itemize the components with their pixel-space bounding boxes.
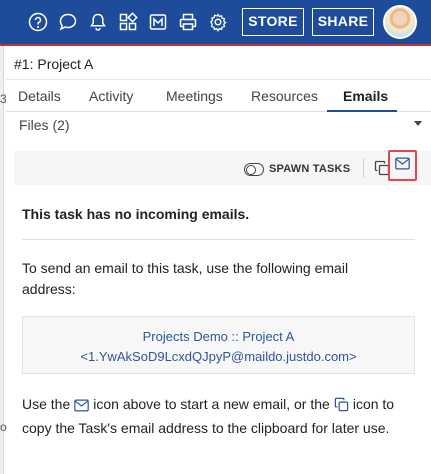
store-button[interactable]: STORE (242, 8, 304, 36)
task-title: #1: Project A (14, 56, 94, 72)
help-text-part: icon above to start a new email, or the (93, 396, 330, 412)
spawn-tasks-toggle[interactable]: SPAWN TASKS (244, 160, 350, 178)
avatar[interactable] (383, 5, 417, 39)
no-emails-message: This task has no incoming emails. (22, 206, 250, 222)
email-address-box: Projects Demo :: Project A <1.YwAkSoD9Lc… (22, 316, 415, 374)
bell-icon[interactable] (87, 11, 109, 33)
tab-meetings[interactable]: Meetings (166, 88, 223, 104)
toggle-icon (244, 162, 264, 176)
share-button[interactable]: SHARE (312, 8, 374, 36)
chat-icon[interactable] (57, 11, 79, 33)
mail-m-icon[interactable] (147, 11, 169, 33)
envelope-icon (74, 397, 90, 418)
gutter-letter: o (0, 420, 7, 434)
tab-resources[interactable]: Resources (251, 88, 318, 104)
toolbar-separator (363, 158, 364, 178)
gutter-letter: 3 (0, 92, 7, 106)
email-toolbar (14, 151, 431, 185)
gear-icon[interactable] (207, 11, 229, 33)
copy-icon (334, 397, 349, 418)
help-text-part: Use the (22, 396, 71, 412)
top-bar-accent-line (0, 44, 431, 46)
address-name[interactable]: Projects Demo :: Project A (23, 327, 414, 347)
instructions-text: To send an email to this task, use the f… (22, 260, 349, 297)
active-tab-indicator (327, 110, 397, 112)
divider (22, 239, 415, 240)
apps-icon[interactable] (117, 11, 139, 33)
address-email[interactable]: <1.YwAkSoD9LcxdQJpyP@maildo.justdo.com> (23, 347, 414, 367)
print-icon[interactable] (177, 11, 199, 33)
tab-details[interactable]: Details (18, 88, 61, 104)
left-gutter (0, 46, 4, 474)
help-icon[interactable] (27, 11, 49, 33)
chevron-down-icon[interactable] (414, 121, 422, 126)
divider (6, 79, 431, 80)
tab-files[interactable]: Files (2) (19, 117, 70, 133)
tab-activity[interactable]: Activity (89, 88, 133, 104)
tab-emails[interactable]: Emails (343, 88, 388, 104)
new-email-button[interactable] (388, 150, 417, 181)
spawn-tasks-label: SPAWN TASKS (269, 163, 351, 175)
top-bar: STORE SHARE (0, 0, 431, 44)
envelope-icon (395, 157, 410, 175)
help-text: Use the icon above to start a new email, … (22, 394, 417, 439)
